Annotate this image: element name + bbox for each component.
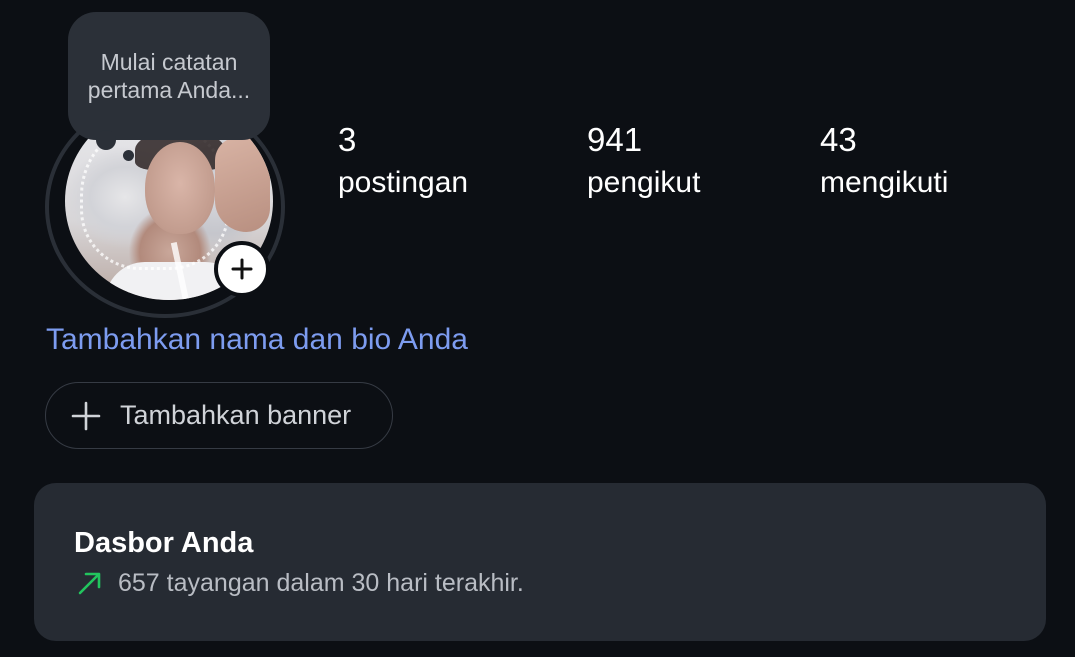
stat-posts[interactable]: 3 postingan xyxy=(338,120,468,203)
following-count: 43 xyxy=(820,121,857,158)
note-bubble[interactable]: Mulai catatan pertama Anda... xyxy=(68,12,270,140)
add-banner-label: Tambahkan banner xyxy=(120,400,352,430)
posts-label: postingan xyxy=(338,166,469,199)
plus-icon xyxy=(230,257,254,281)
note-bubble-tail xyxy=(96,130,116,150)
note-placeholder: Mulai catatan pertama Anda... xyxy=(87,49,251,103)
following-label: mengikuti xyxy=(820,166,949,199)
profile-page: Mulai catatan pertama Anda... 3 postinga… xyxy=(0,0,1075,657)
posts-count: 3 xyxy=(338,121,357,158)
dashboard-title: Dasbor Anda xyxy=(74,527,254,559)
followers-count: 941 xyxy=(587,121,643,158)
add-story-button[interactable] xyxy=(214,241,270,297)
stat-following[interactable]: 43 mengikuti xyxy=(820,120,948,203)
add-banner-button[interactable]: Tambahkan banner xyxy=(45,382,393,449)
dashboard-subtitle-row: 657 tayangan dalam 30 hari terakhir. xyxy=(74,567,524,599)
add-name-bio-link[interactable]: Tambahkan nama dan bio Anda xyxy=(46,320,468,360)
dashboard-card[interactable]: Dasbor Anda 657 tayangan dalam 30 hari t… xyxy=(34,483,1046,641)
dashboard-subtitle: 657 tayangan dalam 30 hari terakhir. xyxy=(118,568,524,597)
plus-icon xyxy=(70,400,102,432)
trend-up-arrow-icon xyxy=(74,567,106,599)
note-bubble-tail-small xyxy=(123,150,134,161)
stat-followers[interactable]: 941 pengikut xyxy=(587,120,700,203)
followers-label: pengikut xyxy=(587,166,701,199)
